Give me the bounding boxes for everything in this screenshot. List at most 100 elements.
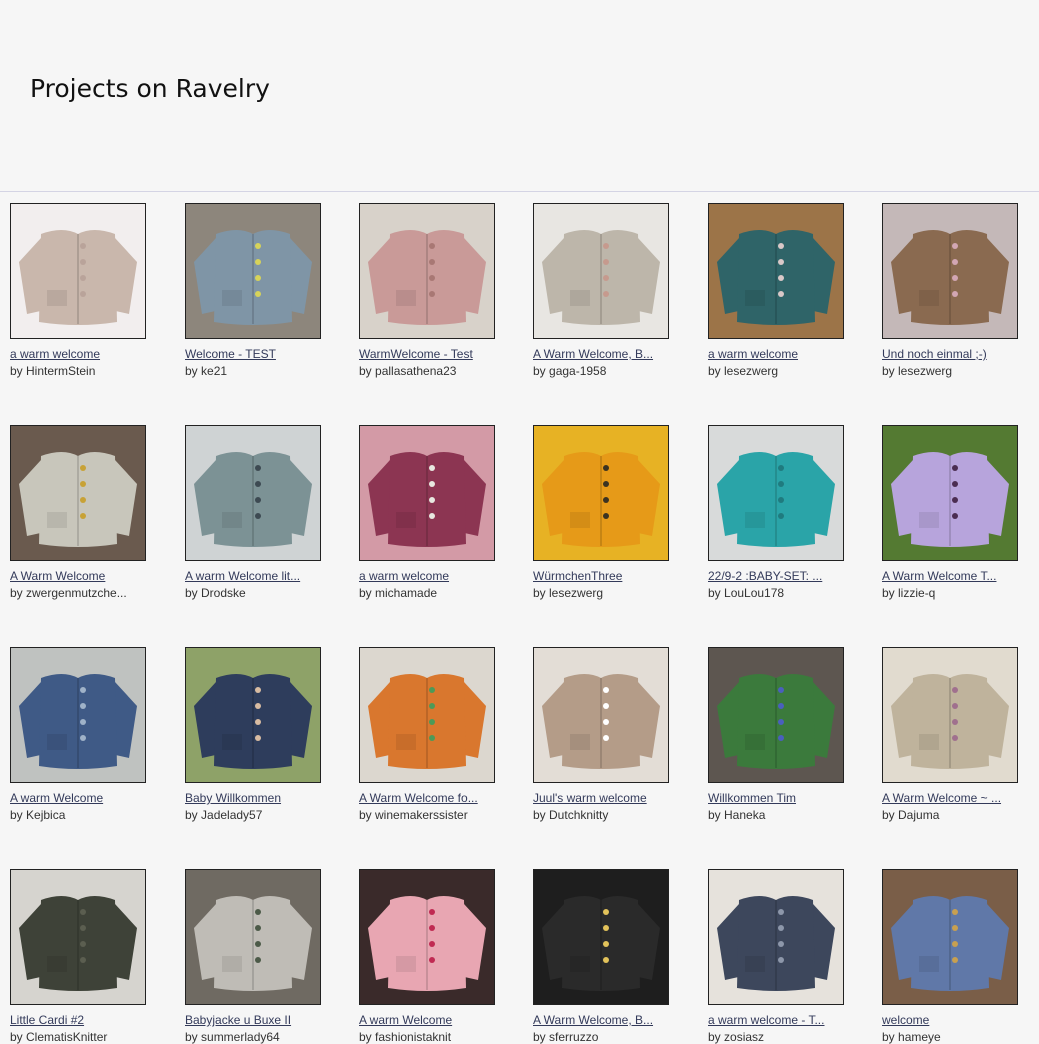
project-title-link[interactable]: Baby Willkommen: [185, 791, 309, 805]
author-username[interactable]: ClematisKnitter: [26, 1030, 107, 1044]
by-prefix: by: [359, 586, 376, 600]
project-thumbnail[interactable]: [359, 869, 495, 1005]
project-thumbnail[interactable]: [185, 425, 321, 561]
author-username[interactable]: zosiasz: [724, 1030, 764, 1044]
project-thumbnail[interactable]: [185, 647, 321, 783]
author-username[interactable]: summerlady64: [201, 1030, 280, 1044]
project-title-link[interactable]: welcome: [882, 1013, 1006, 1027]
project-thumbnail[interactable]: [882, 203, 1018, 339]
project-card: A Warm Welcome T... by lizzie-q: [882, 425, 1039, 600]
author-username[interactable]: Jadelady57: [201, 808, 262, 822]
project-author: by fashionistaknit: [359, 1030, 483, 1044]
project-thumbnail[interactable]: [533, 425, 669, 561]
project-author: by pallasathena23: [359, 364, 483, 378]
by-prefix: by: [185, 1030, 202, 1044]
cardigan-photo: [534, 870, 668, 1004]
by-prefix: by: [533, 586, 550, 600]
author-username[interactable]: lizzie-q: [898, 586, 935, 600]
project-thumbnail[interactable]: [185, 203, 321, 339]
project-title-link[interactable]: Willkommen Tim: [708, 791, 832, 805]
project-thumbnail[interactable]: [708, 647, 844, 783]
project-thumbnail[interactable]: [533, 203, 669, 339]
project-thumbnail[interactable]: [882, 869, 1018, 1005]
project-title-link[interactable]: 22/9-2 :BABY-SET: ...: [708, 569, 832, 583]
project-title-link[interactable]: A Warm Welcome T...: [882, 569, 1006, 583]
project-card: Und noch einmal ;-) by lesezwerg: [882, 203, 1039, 378]
project-thumbnail[interactable]: [359, 203, 495, 339]
project-thumbnail[interactable]: [533, 647, 669, 783]
project-title-link[interactable]: a warm welcome: [708, 347, 832, 361]
project-title-link[interactable]: WürmchenThree: [533, 569, 657, 583]
author-username[interactable]: gaga-1958: [549, 364, 606, 378]
project-author: by HintermStein: [10, 364, 134, 378]
author-username[interactable]: lesezwerg: [898, 364, 952, 378]
project-title-link[interactable]: A Warm Welcome: [10, 569, 134, 583]
author-username[interactable]: Drodske: [201, 586, 246, 600]
project-thumbnail[interactable]: [882, 425, 1018, 561]
project-author: by lizzie-q: [882, 586, 1006, 600]
author-username[interactable]: winemakerssister: [375, 808, 468, 822]
author-username[interactable]: lesezwerg: [549, 586, 603, 600]
author-username[interactable]: Kejbica: [26, 808, 65, 822]
project-thumbnail[interactable]: [359, 647, 495, 783]
author-username[interactable]: sferruzzo: [549, 1030, 598, 1044]
project-title-link[interactable]: WarmWelcome - Test: [359, 347, 483, 361]
project-thumbnail[interactable]: [10, 203, 146, 339]
author-username[interactable]: ke21: [201, 364, 227, 378]
cardigan-photo: [360, 426, 494, 560]
author-username[interactable]: LouLou178: [724, 586, 784, 600]
project-thumbnail[interactable]: [10, 647, 146, 783]
project-author: by lesezwerg: [533, 586, 657, 600]
by-prefix: by: [882, 364, 899, 378]
author-username[interactable]: Dajuma: [898, 808, 939, 822]
project-title-link[interactable]: Juul's warm welcome: [533, 791, 657, 805]
project-author: by winemakerssister: [359, 808, 483, 822]
project-card: A Warm Welcome fo... by winemakerssister: [359, 647, 519, 822]
project-card: WarmWelcome - Test by pallasathena23: [359, 203, 519, 378]
author-username[interactable]: HintermStein: [26, 364, 95, 378]
project-thumbnail[interactable]: [10, 869, 146, 1005]
project-title-link[interactable]: a warm welcome: [10, 347, 134, 361]
project-thumbnail[interactable]: [882, 647, 1018, 783]
project-thumbnail[interactable]: [10, 425, 146, 561]
project-title-link[interactable]: Little Cardi #2: [10, 1013, 134, 1027]
project-title-link[interactable]: A Warm Welcome, B...: [533, 1013, 657, 1027]
project-title-link[interactable]: A Warm Welcome, B...: [533, 347, 657, 361]
project-author: by zosiasz: [708, 1030, 832, 1044]
project-title-link[interactable]: a warm welcome - T...: [708, 1013, 832, 1027]
author-username[interactable]: Haneka: [724, 808, 765, 822]
project-title-link[interactable]: Und noch einmal ;-): [882, 347, 1006, 361]
project-card: A Warm Welcome by zwergenmutzche...: [10, 425, 170, 600]
project-thumbnail[interactable]: [533, 869, 669, 1005]
by-prefix: by: [10, 586, 27, 600]
project-title-link[interactable]: A warm Welcome: [359, 1013, 483, 1027]
project-title-link[interactable]: a warm welcome: [359, 569, 483, 583]
cardigan-photo: [360, 648, 494, 782]
project-author: by Drodske: [185, 586, 309, 600]
project-title-link[interactable]: A Warm Welcome ~ ...: [882, 791, 1006, 805]
project-thumbnail[interactable]: [359, 425, 495, 561]
project-title-link[interactable]: A warm Welcome lit...: [185, 569, 309, 583]
author-username[interactable]: hameye: [898, 1030, 941, 1044]
author-username[interactable]: zwergenmutzche...: [26, 586, 127, 600]
author-username[interactable]: michamade: [375, 586, 437, 600]
cardigan-photo: [534, 204, 668, 338]
project-title-link[interactable]: A Warm Welcome fo...: [359, 791, 483, 805]
author-username[interactable]: pallasathena23: [375, 364, 456, 378]
project-thumbnail[interactable]: [708, 425, 844, 561]
project-thumbnail[interactable]: [708, 203, 844, 339]
cardigan-photo: [534, 648, 668, 782]
by-prefix: by: [185, 586, 202, 600]
author-username[interactable]: fashionistaknit: [375, 1030, 451, 1044]
project-thumbnail[interactable]: [185, 869, 321, 1005]
project-title-link[interactable]: A warm Welcome: [10, 791, 134, 805]
cardigan-photo: [186, 426, 320, 560]
project-title-link[interactable]: Welcome - TEST: [185, 347, 309, 361]
author-username[interactable]: Dutchknitty: [549, 808, 608, 822]
project-thumbnail[interactable]: [708, 869, 844, 1005]
project-card: A Warm Welcome, B... by sferruzzo: [533, 869, 693, 1044]
page-header: Projects on Ravelry: [0, 0, 1039, 192]
project-title-link[interactable]: Babyjacke u Buxe II: [185, 1013, 309, 1027]
author-username[interactable]: lesezwerg: [724, 364, 778, 378]
project-card: welcome by hameye: [882, 869, 1039, 1044]
